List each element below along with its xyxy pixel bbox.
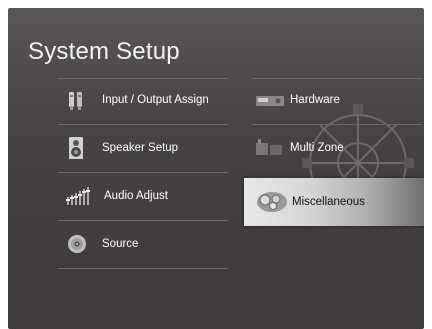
- menu-item-label: Source: [102, 238, 139, 250]
- menu-item-input-output-assign[interactable]: Input / Output Assign: [66, 88, 209, 112]
- menu-item-label: Hardware: [290, 94, 340, 106]
- menu-item-audio-adjust[interactable]: Audio Adjust: [66, 184, 168, 208]
- divider: [252, 124, 422, 125]
- speaker-icon: [66, 136, 88, 160]
- divider: [58, 78, 228, 79]
- menu-item-multi-zone[interactable]: Multi Zone: [254, 136, 344, 160]
- menu-item-hardware[interactable]: Hardware: [254, 88, 340, 112]
- input-output-icon: [66, 89, 88, 111]
- page-title: System Setup: [28, 38, 180, 65]
- divider: [58, 172, 228, 173]
- menu-item-speaker-setup[interactable]: Speaker Setup: [66, 136, 178, 160]
- source-disc-icon: [66, 233, 88, 255]
- menu-item-label: Audio Adjust: [104, 190, 168, 202]
- audio-adjust-icon: [66, 185, 92, 207]
- setup-screen: System Setup Input / Output Assign Speak…: [8, 8, 424, 329]
- divider: [58, 124, 228, 125]
- miscellaneous-icon: [254, 190, 290, 214]
- menu-item-miscellaneous[interactable]: Miscellaneous: [254, 190, 365, 214]
- menu-item-source[interactable]: Source: [66, 232, 138, 256]
- menu-item-label: Miscellaneous: [292, 196, 365, 208]
- divider: [252, 78, 422, 79]
- divider: [58, 220, 228, 221]
- menu-item-label: Speaker Setup: [102, 142, 179, 154]
- divider: [58, 268, 228, 269]
- menu-item-label: Input / Output Assign: [102, 94, 209, 106]
- multi-zone-icon: [254, 137, 286, 159]
- menu-item-label: Multi Zone: [290, 142, 344, 154]
- hardware-icon: [254, 89, 286, 111]
